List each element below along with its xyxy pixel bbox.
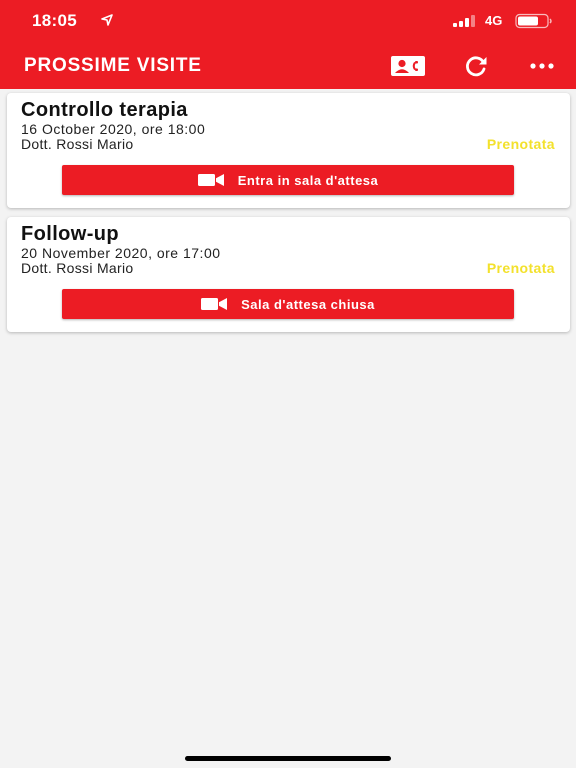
visit-card: Controllo terapia 16 October 2020, ore 1… [7, 93, 570, 208]
location-arrow-icon [101, 14, 113, 26]
contact-card-button[interactable] [391, 51, 425, 81]
home-indicator[interactable] [185, 756, 391, 761]
enter-waiting-room-button[interactable]: Entra in sala d'attesa [62, 165, 514, 195]
refresh-icon [466, 56, 487, 77]
visit-date: 16 October 2020, ore 18:00 [21, 121, 206, 137]
waiting-room-closed-button[interactable]: Sala d'attesa chiusa [62, 289, 514, 319]
status-time: 18:05 [32, 11, 77, 30]
more-icon [530, 63, 554, 69]
signal-icon [453, 15, 475, 27]
page-title: PROSSIME VISITE [24, 55, 202, 76]
video-camera-icon [201, 298, 228, 310]
visit-status-badge: Prenotata [486, 260, 555, 276]
network-label: 4G [485, 13, 503, 28]
visit-title: Follow-up [21, 223, 120, 245]
video-camera-icon [197, 174, 224, 186]
enter-waiting-room-label: Entra in sala d'attesa [237, 172, 379, 188]
status-bar: 18:05 4G [0, 0, 576, 42]
waiting-room-closed-label: Sala d'attesa chiusa [241, 296, 375, 312]
visit-status-badge: Prenotata [486, 136, 555, 152]
visit-doctor: Dott. Rossi Mario [21, 136, 134, 152]
visit-title: Controllo terapia [21, 99, 188, 121]
app-bar: PROSSIME VISITE [0, 42, 576, 89]
visit-date: 20 November 2020, ore 17:00 [21, 245, 221, 261]
visit-doctor: Dott. Rossi Mario [21, 260, 134, 276]
refresh-button[interactable] [459, 51, 493, 81]
battery-icon [515, 13, 552, 29]
visit-card: Follow-up 20 November 2020, ore 17:00 Do… [7, 217, 570, 332]
contact-card-icon [391, 56, 425, 76]
more-options-button[interactable] [525, 51, 559, 81]
